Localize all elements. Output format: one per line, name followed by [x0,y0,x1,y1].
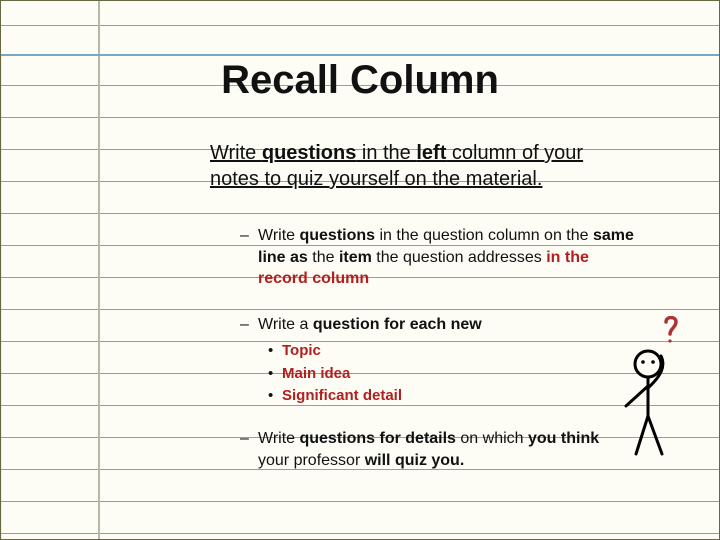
text: in the question column on the [375,227,593,244]
text-bold: you think [528,430,599,447]
text-red-bold: Topic [282,342,321,359]
text: Write [258,430,299,447]
text: your professor [258,452,365,469]
text-bold: questions for details [299,430,455,447]
sub-bullet-significant-detail: Significant detail [268,386,640,406]
slide-title: Recall Column [0,58,720,103]
thinking-stick-figure-icon [606,316,694,466]
text-bold: questions [299,227,375,244]
sub-bullet-topic: Topic [268,341,640,361]
intro-paragraph: Write questions in the left column of yo… [210,140,620,192]
bullet-1: Write questions in the question column o… [240,225,640,290]
content-block: Write questions in the question column o… [240,225,640,495]
text-bold: left [416,142,446,164]
text-red-bold: Main idea [282,365,350,382]
text: Write [258,227,299,244]
text: on which [456,430,528,447]
text: the [308,249,339,266]
sub-bullet-main-idea: Main idea [268,364,640,384]
text-bold: question for each new [313,316,482,333]
sub-bullet-list: Topic Main idea Significant detail [240,341,640,406]
text: in the [356,142,416,164]
text-bold: will quiz you. [365,452,465,469]
text: Write [210,142,262,164]
text-red-bold: Significant detail [282,387,402,404]
text: Write a [258,316,313,333]
text-bold: item [339,249,372,266]
bullet-2: Write a question for each new [240,314,640,336]
bullet-3: Write questions for details on which you… [240,428,600,471]
text: the question addresses [372,249,546,266]
text-bold: questions [262,142,356,164]
